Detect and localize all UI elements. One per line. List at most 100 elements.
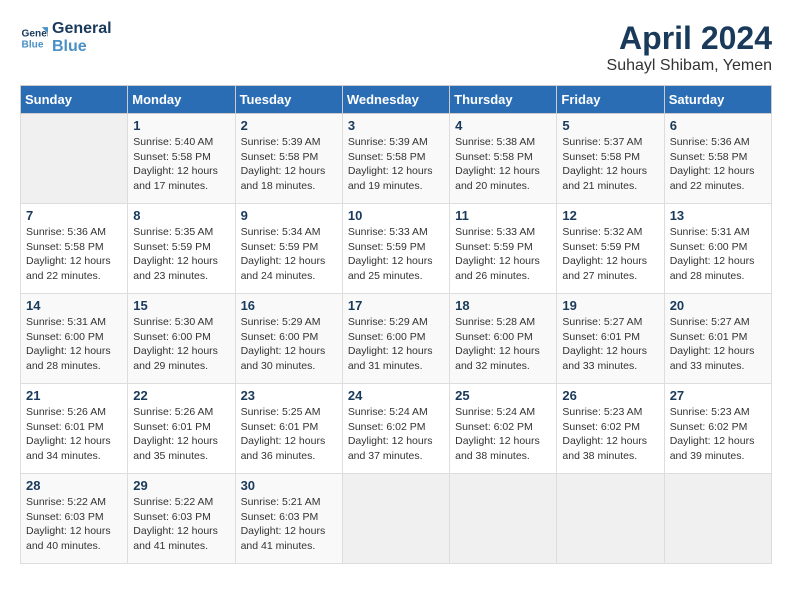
day-info: Sunrise: 5:28 AM Sunset: 6:00 PM Dayligh… — [455, 315, 551, 374]
day-cell: 12 Sunrise: 5:32 AM Sunset: 5:59 PM Dayli… — [557, 204, 664, 294]
calendar-table: SundayMondayTuesdayWednesdayThursdayFrid… — [20, 85, 772, 564]
day-cell: 24Sunrise: 5:24 AM Sunset: 6:02 PM Dayli… — [342, 384, 449, 474]
week-row-1: 1 Sunrise: 5:40 AM Sunset: 5:58 PM Daylig… — [21, 114, 772, 204]
day-cell: 14 Sunrise: 5:31 AM Sunset: 6:00 PM Dayli… — [21, 294, 128, 384]
day-info: Sunrise: 5:36 AM Sunset: 5:58 PM Dayligh… — [26, 225, 122, 284]
title-block: April 2024 Suhayl Shibam, Yemen — [607, 20, 772, 75]
day-cell: 18Sunrise: 5:28 AM Sunset: 6:00 PM Dayli… — [450, 294, 557, 384]
day-cell — [664, 474, 771, 564]
day-cell: 20 Sunrise: 5:27 AM Sunset: 6:01 PM Dayli… — [664, 294, 771, 384]
day-number: 15 — [133, 298, 229, 313]
day-number: 30 — [241, 478, 337, 493]
day-info: Sunrise: 5:27 AM Sunset: 6:01 PM Dayligh… — [670, 315, 766, 374]
day-info: Sunrise: 5:32 AM Sunset: 5:59 PM Dayligh… — [562, 225, 658, 284]
month-title: April 2024 — [607, 20, 772, 57]
day-number: 6 — [670, 118, 766, 133]
day-number: 23 — [241, 388, 337, 403]
day-info: Sunrise: 5:23 AM Sunset: 6:02 PM Dayligh… — [670, 405, 766, 464]
day-info: Sunrise: 5:35 AM Sunset: 5:59 PM Dayligh… — [133, 225, 229, 284]
day-cell — [450, 474, 557, 564]
day-cell: 1 Sunrise: 5:40 AM Sunset: 5:58 PM Daylig… — [128, 114, 235, 204]
day-number: 5 — [562, 118, 658, 133]
day-info: Sunrise: 5:39 AM Sunset: 5:58 PM Dayligh… — [241, 135, 337, 194]
day-info: Sunrise: 5:33 AM Sunset: 5:59 PM Dayligh… — [455, 225, 551, 284]
day-number: 10 — [348, 208, 444, 223]
day-cell: 23Sunrise: 5:25 AM Sunset: 6:01 PM Dayli… — [235, 384, 342, 474]
day-info: Sunrise: 5:22 AM Sunset: 6:03 PM Dayligh… — [26, 495, 122, 554]
day-number: 20 — [670, 298, 766, 313]
day-cell: 10 Sunrise: 5:33 AM Sunset: 5:59 PM Dayli… — [342, 204, 449, 294]
day-info: Sunrise: 5:30 AM Sunset: 6:00 PM Dayligh… — [133, 315, 229, 374]
day-cell: 15 Sunrise: 5:30 AM Sunset: 6:00 PM Dayli… — [128, 294, 235, 384]
day-info: Sunrise: 5:26 AM Sunset: 6:01 PM Dayligh… — [133, 405, 229, 464]
day-info: Sunrise: 5:33 AM Sunset: 5:59 PM Dayligh… — [348, 225, 444, 284]
header-cell-tuesday: Tuesday — [235, 86, 342, 114]
page-header: General Blue General Blue April 2024 Suh… — [20, 20, 772, 75]
header-cell-monday: Monday — [128, 86, 235, 114]
day-info: Sunrise: 5:31 AM Sunset: 6:00 PM Dayligh… — [670, 225, 766, 284]
week-row-3: 14 Sunrise: 5:31 AM Sunset: 6:00 PM Dayli… — [21, 294, 772, 384]
day-cell: 25 Sunrise: 5:24 AM Sunset: 6:02 PM Dayli… — [450, 384, 557, 474]
day-number: 11 — [455, 208, 551, 223]
day-info: Sunrise: 5:39 AM Sunset: 5:58 PM Dayligh… — [348, 135, 444, 194]
week-row-4: 21 Sunrise: 5:26 AM Sunset: 6:01 PM Dayli… — [21, 384, 772, 474]
day-number: 25 — [455, 388, 551, 403]
day-info: Sunrise: 5:27 AM Sunset: 6:01 PM Dayligh… — [562, 315, 658, 374]
day-cell: 21Sunrise: 5:26 AM Sunset: 6:01 PM Dayli… — [21, 384, 128, 474]
day-info: Sunrise: 5:24 AM Sunset: 6:02 PM Dayligh… — [455, 405, 551, 464]
day-number: 7 — [26, 208, 122, 223]
day-cell: 2 Sunrise: 5:39 AM Sunset: 5:58 PM Daylig… — [235, 114, 342, 204]
day-number: 2 — [241, 118, 337, 133]
day-number: 14 — [26, 298, 122, 313]
day-info: Sunrise: 5:23 AM Sunset: 6:02 PM Dayligh… — [562, 405, 658, 464]
header-cell-wednesday: Wednesday — [342, 86, 449, 114]
day-info: Sunrise: 5:36 AM Sunset: 5:58 PM Dayligh… — [670, 135, 766, 194]
day-info: Sunrise: 5:40 AM Sunset: 5:58 PM Dayligh… — [133, 135, 229, 194]
day-info: Sunrise: 5:24 AM Sunset: 6:02 PM Dayligh… — [348, 405, 444, 464]
day-cell — [21, 114, 128, 204]
day-cell: 19Sunrise: 5:27 AM Sunset: 6:01 PM Dayli… — [557, 294, 664, 384]
day-cell: 4Sunrise: 5:38 AM Sunset: 5:58 PM Daylig… — [450, 114, 557, 204]
day-cell — [342, 474, 449, 564]
day-cell: 16 Sunrise: 5:29 AM Sunset: 6:00 PM Dayli… — [235, 294, 342, 384]
day-number: 27 — [670, 388, 766, 403]
day-info: Sunrise: 5:29 AM Sunset: 6:00 PM Dayligh… — [241, 315, 337, 374]
day-info: Sunrise: 5:29 AM Sunset: 6:00 PM Dayligh… — [348, 315, 444, 374]
day-number: 26 — [562, 388, 658, 403]
day-number: 21 — [26, 388, 122, 403]
day-cell: 30 Sunrise: 5:21 AM Sunset: 6:03 PM Dayli… — [235, 474, 342, 564]
day-cell: 27 Sunrise: 5:23 AM Sunset: 6:02 PM Dayli… — [664, 384, 771, 474]
day-info: Sunrise: 5:22 AM Sunset: 6:03 PM Dayligh… — [133, 495, 229, 554]
day-info: Sunrise: 5:31 AM Sunset: 6:00 PM Dayligh… — [26, 315, 122, 374]
day-cell: 5Sunrise: 5:37 AM Sunset: 5:58 PM Daylig… — [557, 114, 664, 204]
header-cell-friday: Friday — [557, 86, 664, 114]
day-number: 29 — [133, 478, 229, 493]
header-row: SundayMondayTuesdayWednesdayThursdayFrid… — [21, 86, 772, 114]
day-cell: 13 Sunrise: 5:31 AM Sunset: 6:00 PM Dayli… — [664, 204, 771, 294]
day-cell: 11 Sunrise: 5:33 AM Sunset: 5:59 PM Dayli… — [450, 204, 557, 294]
day-number: 12 — [562, 208, 658, 223]
day-info: Sunrise: 5:21 AM Sunset: 6:03 PM Dayligh… — [241, 495, 337, 554]
logo-blue: Blue — [52, 38, 112, 56]
day-number: 13 — [670, 208, 766, 223]
day-cell: 7 Sunrise: 5:36 AM Sunset: 5:58 PM Daylig… — [21, 204, 128, 294]
header-cell-saturday: Saturday — [664, 86, 771, 114]
day-number: 4 — [455, 118, 551, 133]
day-number: 1 — [133, 118, 229, 133]
day-number: 17 — [348, 298, 444, 313]
header-cell-sunday: Sunday — [21, 86, 128, 114]
day-cell: 28 Sunrise: 5:22 AM Sunset: 6:03 PM Dayli… — [21, 474, 128, 564]
day-number: 9 — [241, 208, 337, 223]
day-cell: 29 Sunrise: 5:22 AM Sunset: 6:03 PM Dayli… — [128, 474, 235, 564]
day-number: 28 — [26, 478, 122, 493]
svg-text:General: General — [22, 28, 48, 39]
day-cell: 17 Sunrise: 5:29 AM Sunset: 6:00 PM Dayli… — [342, 294, 449, 384]
day-cell: 9 Sunrise: 5:34 AM Sunset: 5:59 PM Daylig… — [235, 204, 342, 294]
day-info: Sunrise: 5:34 AM Sunset: 5:59 PM Dayligh… — [241, 225, 337, 284]
day-cell: 26 Sunrise: 5:23 AM Sunset: 6:02 PM Dayli… — [557, 384, 664, 474]
day-cell — [557, 474, 664, 564]
day-number: 3 — [348, 118, 444, 133]
header-cell-thursday: Thursday — [450, 86, 557, 114]
day-number: 16 — [241, 298, 337, 313]
location-title: Suhayl Shibam, Yemen — [607, 57, 772, 75]
